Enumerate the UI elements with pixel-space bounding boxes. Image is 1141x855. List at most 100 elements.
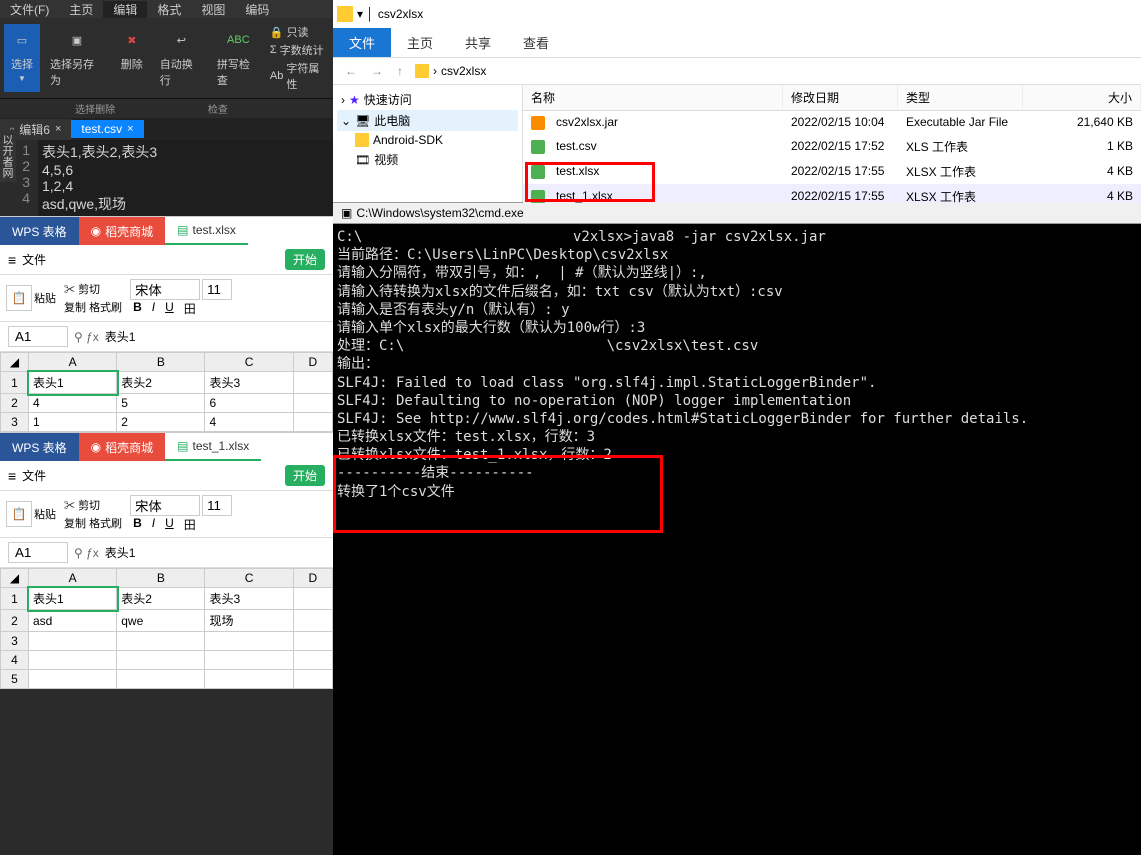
cell[interactable]: 表头1 xyxy=(29,588,117,610)
cell[interactable] xyxy=(293,610,332,632)
fontsize-select[interactable] xyxy=(202,495,232,516)
close-icon[interactable]: × xyxy=(55,123,61,135)
row-header[interactable]: 2 xyxy=(1,394,29,413)
bold-button[interactable]: B xyxy=(130,300,145,317)
col-name[interactable]: 名称 xyxy=(523,85,783,110)
tree-android-sdk[interactable]: Android-SDK xyxy=(337,131,518,149)
cell[interactable] xyxy=(29,651,117,670)
close-icon[interactable]: × xyxy=(127,123,133,135)
cell[interactable]: 表头2 xyxy=(117,588,205,610)
menu-edit[interactable]: 编辑 xyxy=(103,1,147,18)
breadcrumb[interactable]: › csv2xlsx xyxy=(413,62,488,80)
fx-icon[interactable]: ⚲ ƒx xyxy=(74,330,99,344)
col-header[interactable]: C xyxy=(205,353,293,372)
back-button[interactable]: ← xyxy=(341,64,361,78)
corner-cell[interactable]: ◢ xyxy=(1,569,29,588)
tree-quick-access[interactable]: ›★快速访问 xyxy=(337,89,518,110)
fmtbrush-button[interactable]: 格式刷 xyxy=(89,302,122,314)
charprops-button[interactable]: Ab字符属性 xyxy=(270,60,329,92)
list-item[interactable]: test.xlsx2022/02/15 17:55XLSX 工作表4 KB xyxy=(523,159,1141,184)
paste-button[interactable]: 粘贴 xyxy=(34,290,56,306)
menu-view[interactable]: 视图 xyxy=(191,1,235,18)
select-button[interactable]: ▭ 选择 ▼ xyxy=(4,24,40,92)
menu-home[interactable]: 主页 xyxy=(59,1,103,18)
ribbon-home[interactable]: 主页 xyxy=(391,28,449,57)
delete-button[interactable]: ✖ 删除 xyxy=(114,24,150,92)
cell[interactable] xyxy=(205,651,293,670)
list-item[interactable]: test.csv2022/02/15 17:52XLS 工作表1 KB xyxy=(523,134,1141,159)
autowrap-button[interactable]: ↩ 自动换行 xyxy=(156,24,207,92)
cell[interactable] xyxy=(293,670,332,689)
menu-format[interactable]: 格式 xyxy=(147,1,191,18)
start-button[interactable]: 开始 xyxy=(285,249,325,270)
cell-ref-input[interactable] xyxy=(8,326,68,347)
cell[interactable] xyxy=(293,372,332,394)
fontsize-select[interactable] xyxy=(202,279,232,300)
cell[interactable] xyxy=(29,632,117,651)
tree-this-pc[interactable]: ⌄🖥此电脑 xyxy=(337,110,518,131)
wps-tab-file[interactable]: ▤test_1.xlsx xyxy=(165,433,261,461)
cell[interactable]: 表头1 xyxy=(29,372,117,394)
formula-bar[interactable]: 表头1 xyxy=(105,328,325,345)
hamburger-icon[interactable]: ≡ xyxy=(8,468,16,484)
row-header[interactable]: 1 xyxy=(1,588,29,610)
cell[interactable] xyxy=(205,670,293,689)
cell[interactable]: asd xyxy=(29,610,117,632)
forward-button[interactable]: → xyxy=(367,64,387,78)
paste-button[interactable]: 粘贴 xyxy=(34,506,56,522)
cell[interactable]: 5 xyxy=(117,394,205,413)
col-header[interactable]: D xyxy=(293,569,332,588)
cut-button[interactable]: ✂ 剪切 xyxy=(64,281,122,297)
font-select[interactable] xyxy=(130,279,200,300)
col-header[interactable]: D xyxy=(293,353,332,372)
up-button[interactable]: ↑ xyxy=(393,64,407,78)
cell[interactable] xyxy=(293,394,332,413)
cell[interactable] xyxy=(117,632,205,651)
cell[interactable]: 表头2 xyxy=(117,372,205,394)
explorer-tree[interactable]: ›★快速访问 ⌄🖥此电脑 Android-SDK 🎞视频 xyxy=(333,85,523,202)
col-header[interactable]: C xyxy=(205,569,293,588)
code-text[interactable]: 表头1,表头2,表头3 4,5,6 1,2,4 asd,qwe,现场 xyxy=(38,140,333,216)
readonly-button[interactable]: 🔒只读 xyxy=(270,24,329,40)
cell[interactable]: 现场 xyxy=(205,610,293,632)
font-select[interactable] xyxy=(130,495,200,516)
col-date[interactable]: 修改日期 xyxy=(783,85,898,110)
cell[interactable]: 6 xyxy=(205,394,293,413)
cell[interactable] xyxy=(293,651,332,670)
tree-videos[interactable]: 🎞视频 xyxy=(337,149,518,170)
cell[interactable] xyxy=(117,651,205,670)
cell[interactable]: 表头3 xyxy=(205,372,293,394)
row-header[interactable]: 1 xyxy=(1,372,29,394)
cell-ref-input[interactable] xyxy=(8,542,68,563)
wps-tab-app[interactable]: WPS 表格 xyxy=(0,217,79,245)
cell[interactable] xyxy=(29,670,117,689)
cell[interactable] xyxy=(293,413,332,432)
fx-icon[interactable]: ⚲ ƒx xyxy=(74,546,99,560)
ribbon-file[interactable]: 文件 xyxy=(333,28,391,57)
menu-encoding[interactable]: 编码 xyxy=(235,1,279,18)
col-header[interactable]: A xyxy=(29,353,117,372)
underline-button[interactable]: U xyxy=(162,300,177,317)
list-item[interactable]: csv2xlsx.jar2022/02/15 10:04Executable J… xyxy=(523,111,1141,134)
ribbon-view[interactable]: 查看 xyxy=(507,28,565,57)
spreadsheet-2[interactable]: ◢ABCD 1表头1表头2表头3 2asdqwe现场 3 4 5 xyxy=(0,568,333,689)
col-header[interactable]: B xyxy=(117,569,205,588)
row-header[interactable]: 2 xyxy=(1,610,29,632)
spreadsheet-1[interactable]: ◢ABCD 1表头1表头2表头3 2456 3124 xyxy=(0,352,333,432)
cell[interactable]: 1 xyxy=(29,413,117,432)
col-header[interactable]: A xyxy=(29,569,117,588)
file-button[interactable]: 文件 xyxy=(22,467,46,484)
row-header[interactable]: 5 xyxy=(1,670,29,689)
cell[interactable] xyxy=(293,632,332,651)
cell[interactable]: 表头3 xyxy=(205,588,293,610)
cell[interactable]: 4 xyxy=(205,413,293,432)
underline-button[interactable]: U xyxy=(162,516,177,533)
code-editor[interactable]: 1234 表头1,表头2,表头3 4,5,6 1,2,4 asd,qwe,现场 xyxy=(0,140,333,216)
wps-tab-app[interactable]: WPS 表格 xyxy=(0,433,79,461)
border-button[interactable]: 田 xyxy=(181,516,199,533)
wordcount-button[interactable]: Σ字数统计 xyxy=(270,42,329,58)
row-header[interactable]: 3 xyxy=(1,632,29,651)
menu-file[interactable]: 文件(F) xyxy=(0,1,59,18)
file-button[interactable]: 文件 xyxy=(22,251,46,268)
ribbon-share[interactable]: 共享 xyxy=(449,28,507,57)
